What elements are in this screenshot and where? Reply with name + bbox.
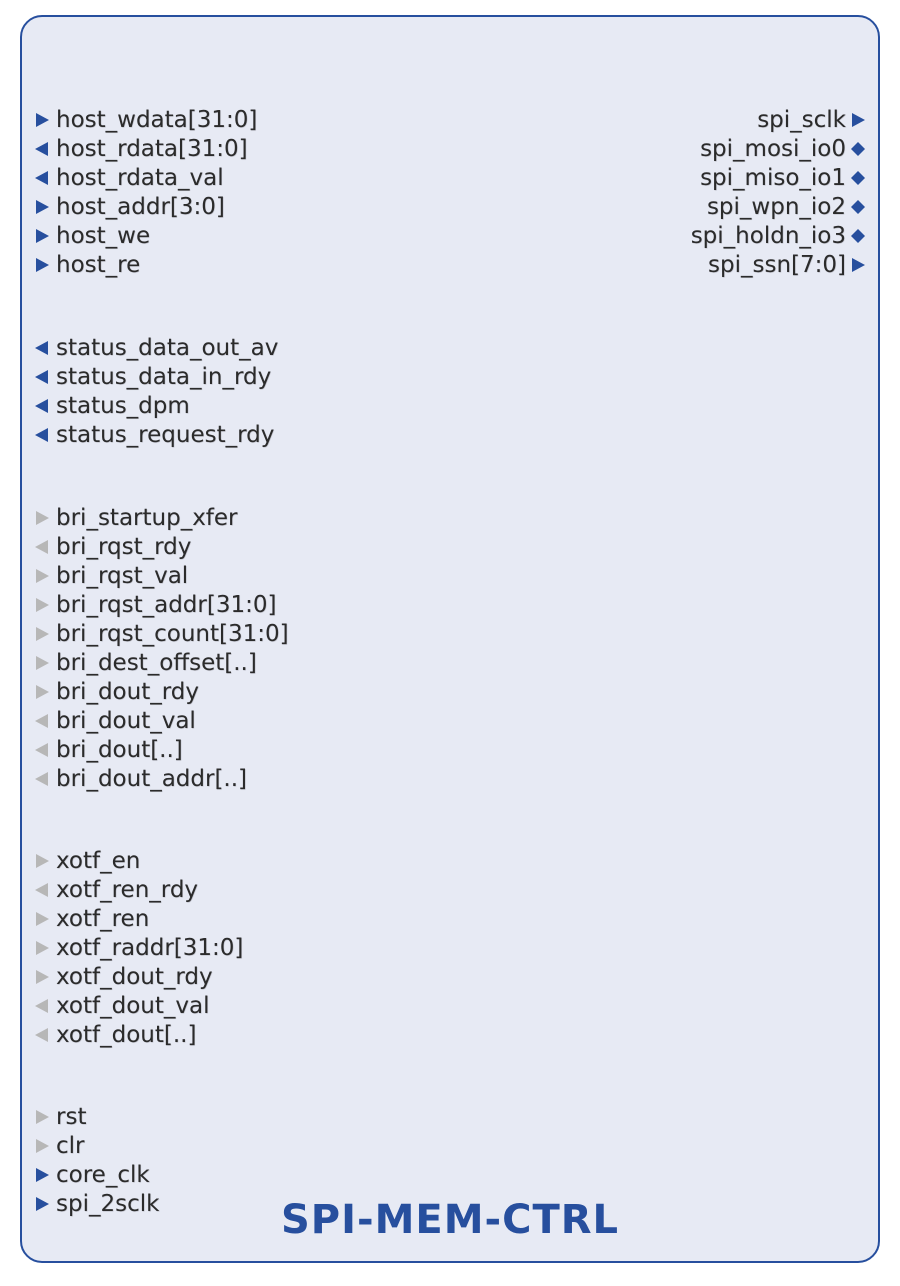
port-row: bri_rqst_count[31:0] xyxy=(22,620,878,649)
port-row: bri_dout[..] xyxy=(22,736,878,765)
port-row: core_clk xyxy=(22,1161,878,1190)
port-label: status_dpm xyxy=(56,392,190,421)
port-label: bri_dest_offset[..] xyxy=(56,649,257,678)
arrow-out-icon xyxy=(32,769,52,789)
left-port-group: status_data_out_avstatus_data_in_rdystat… xyxy=(22,334,878,450)
port-row: bri_rqst_addr[31:0] xyxy=(22,591,878,620)
arrow-in-icon xyxy=(32,624,52,644)
port-row: spi_holdn_io3 xyxy=(22,222,878,251)
bidir-inout-icon xyxy=(848,226,868,246)
arrow-in-icon xyxy=(32,909,52,929)
arrow-out-icon xyxy=(32,740,52,760)
module-box: host_wdata[31:0]host_rdata[31:0]host_rda… xyxy=(20,15,880,1263)
port-label: xotf_ren xyxy=(56,905,149,934)
arrow-in-icon xyxy=(32,967,52,987)
port-row: xotf_dout[..] xyxy=(22,1021,878,1050)
port-label: rst xyxy=(56,1103,86,1132)
port-label: bri_dout[..] xyxy=(56,736,183,765)
port-row: bri_startup_xfer xyxy=(22,504,878,533)
port-label: xotf_en xyxy=(56,847,140,876)
port-label: spi_sclk xyxy=(757,106,846,135)
port-row: xotf_en xyxy=(22,847,878,876)
arrow-out-icon xyxy=(32,338,52,358)
arrow-out-icon xyxy=(32,880,52,900)
port-label: spi_mosi_io0 xyxy=(700,135,846,164)
bidir-inout-icon xyxy=(848,197,868,217)
port-row: bri_dout_val xyxy=(22,707,878,736)
arrow-in-icon xyxy=(32,938,52,958)
arrow-out-icon xyxy=(848,110,868,130)
port-label: bri_rqst_rdy xyxy=(56,533,191,562)
port-row: bri_rqst_rdy xyxy=(22,533,878,562)
arrow-in-icon xyxy=(32,653,52,673)
port-label: xotf_dout_val xyxy=(56,992,209,1021)
arrow-out-icon xyxy=(32,537,52,557)
port-row: bri_dest_offset[..] xyxy=(22,649,878,678)
port-label: bri_startup_xfer xyxy=(56,504,238,533)
port-label: bri_dout_rdy xyxy=(56,678,199,707)
port-label: xotf_raddr[31:0] xyxy=(56,934,243,963)
arrow-in-icon xyxy=(32,851,52,871)
port-row: status_dpm xyxy=(22,392,878,421)
port-row: status_data_out_av xyxy=(22,334,878,363)
port-row: xotf_dout_rdy xyxy=(22,963,878,992)
port-row: spi_wpn_io2 xyxy=(22,193,878,222)
port-label: spi_miso_io1 xyxy=(700,164,846,193)
arrow-out-icon xyxy=(32,396,52,416)
port-row: spi_ssn[7:0] xyxy=(22,251,878,280)
port-row: xotf_ren_rdy xyxy=(22,876,878,905)
port-row: clr xyxy=(22,1132,878,1161)
arrow-in-icon xyxy=(32,595,52,615)
port-row: xotf_ren xyxy=(22,905,878,934)
bidir-inout-icon xyxy=(848,139,868,159)
arrow-in-icon xyxy=(32,508,52,528)
arrow-in-icon xyxy=(32,1165,52,1185)
port-row: rst xyxy=(22,1103,878,1132)
port-label: clr xyxy=(56,1132,85,1161)
arrow-in-icon xyxy=(32,1136,52,1156)
arrow-out-icon xyxy=(32,367,52,387)
arrow-out-icon xyxy=(32,1025,52,1045)
port-label: spi_wpn_io2 xyxy=(707,193,846,222)
port-label: xotf_ren_rdy xyxy=(56,876,198,905)
port-label: xotf_dout_rdy xyxy=(56,963,213,992)
port-row: spi_miso_io1 xyxy=(22,164,878,193)
diagram-container: host_wdata[31:0]host_rdata[31:0]host_rda… xyxy=(0,0,900,1286)
module-title: SPI-MEM-CTRL xyxy=(22,1197,878,1243)
port-label: xotf_dout[..] xyxy=(56,1021,196,1050)
right-port-group: spi_sclkspi_mosi_io0spi_miso_io1spi_wpn_… xyxy=(22,106,878,280)
port-label: bri_dout_addr[..] xyxy=(56,765,247,794)
arrow-in-icon xyxy=(32,682,52,702)
arrow-out-icon xyxy=(848,255,868,275)
port-row: spi_mosi_io0 xyxy=(22,135,878,164)
port-label: core_clk xyxy=(56,1161,150,1190)
left-port-group: xotf_enxotf_ren_rdyxotf_renxotf_raddr[31… xyxy=(22,847,878,1050)
port-row: xotf_raddr[31:0] xyxy=(22,934,878,963)
port-label: spi_ssn[7:0] xyxy=(708,251,846,280)
port-row: status_data_in_rdy xyxy=(22,363,878,392)
port-label: bri_rqst_count[31:0] xyxy=(56,620,289,649)
left-port-group: bri_startup_xferbri_rqst_rdybri_rqst_val… xyxy=(22,504,878,794)
arrow-out-icon xyxy=(32,996,52,1016)
port-label: status_data_in_rdy xyxy=(56,363,271,392)
port-label: bri_rqst_addr[31:0] xyxy=(56,591,276,620)
port-row: spi_sclk xyxy=(22,106,878,135)
port-label: status_request_rdy xyxy=(56,421,274,450)
arrow-in-icon xyxy=(32,1107,52,1127)
port-label: status_data_out_av xyxy=(56,334,278,363)
port-row: xotf_dout_val xyxy=(22,992,878,1021)
port-label: bri_rqst_val xyxy=(56,562,188,591)
arrow-out-icon xyxy=(32,711,52,731)
port-label: spi_holdn_io3 xyxy=(691,222,846,251)
port-row: bri_dout_rdy xyxy=(22,678,878,707)
port-label: bri_dout_val xyxy=(56,707,196,736)
bidir-inout-icon xyxy=(848,168,868,188)
port-row: status_request_rdy xyxy=(22,421,878,450)
arrow-out-icon xyxy=(32,425,52,445)
port-row: bri_rqst_val xyxy=(22,562,878,591)
port-row: bri_dout_addr[..] xyxy=(22,765,878,794)
arrow-in-icon xyxy=(32,566,52,586)
